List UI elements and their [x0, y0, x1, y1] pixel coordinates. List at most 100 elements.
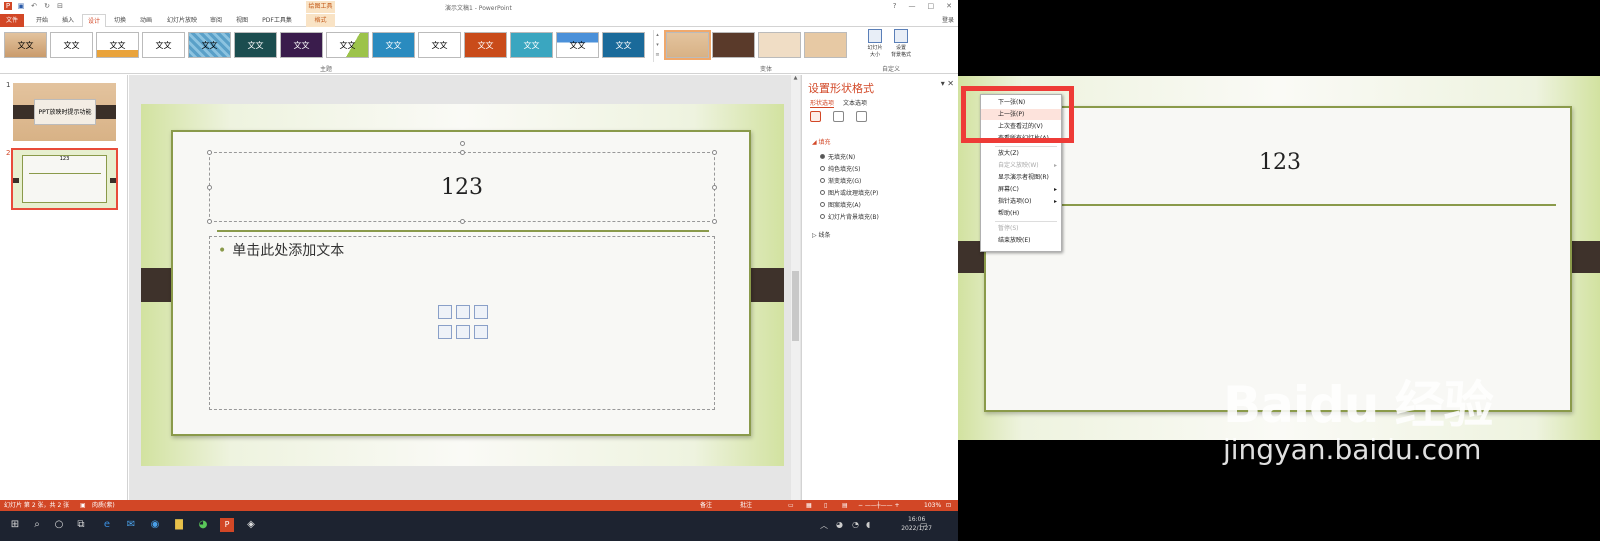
fill-section-header[interactable]: ◢ 填充 — [812, 137, 831, 146]
theme-thumb-9[interactable]: 文文 — [372, 32, 415, 58]
comments-button[interactable]: 批注 — [740, 500, 752, 511]
resize-handle[interactable] — [207, 219, 212, 224]
theme-thumb-2[interactable]: 文文 — [50, 32, 93, 58]
menu-end-show[interactable]: 结束放映(E) — [981, 235, 1061, 246]
tab-slideshow[interactable]: 幻灯片放映 — [162, 14, 202, 27]
tab-shape-options[interactable]: 形状选项 — [810, 98, 835, 108]
edge-browser-icon[interactable]: e — [100, 518, 114, 532]
volume-icon[interactable]: ◖ — [866, 520, 870, 529]
sorter-view-icon[interactable]: ▦ — [806, 500, 812, 511]
slideshow-view-icon[interactable]: ▤ — [842, 500, 848, 511]
scrollbar-thumb[interactable] — [792, 271, 799, 341]
theme-thumb-12[interactable]: 文文 — [510, 32, 553, 58]
fill-option-pattern[interactable]: 图案填充(A) — [820, 200, 861, 209]
format-background-button[interactable]: 设置 背景格式 — [890, 29, 912, 58]
fill-option-background[interactable]: 幻灯片背景填充(B) — [820, 212, 879, 221]
wechat-tray-icon[interactable]: ◕ — [836, 520, 843, 529]
fill-option-none[interactable]: 无填充(N) — [820, 152, 855, 161]
tab-review[interactable]: 审阅 — [204, 14, 228, 27]
theme-thumb-7[interactable]: 文文 — [280, 32, 323, 58]
save-icon[interactable]: ▣ — [17, 2, 25, 10]
mail-app-icon[interactable]: ✉ — [124, 518, 138, 532]
fill-line-icon[interactable] — [810, 111, 821, 122]
menu-presenter-view[interactable]: 显示演示者视图(R) — [981, 172, 1061, 183]
minimize-button[interactable]: — — [909, 2, 916, 10]
size-properties-icon[interactable] — [856, 111, 867, 122]
resize-handle[interactable] — [712, 185, 717, 190]
theme-thumb-10[interactable]: 文文 — [418, 32, 461, 58]
undo-icon[interactable]: ↶ — [30, 2, 38, 10]
wechat-icon[interactable]: ◕ — [196, 518, 210, 532]
theme-thumb-1[interactable]: 文文 — [4, 32, 47, 58]
tab-pdf-tools[interactable]: PDF工具集 — [256, 14, 298, 27]
insert-video-icon[interactable] — [474, 325, 488, 339]
redo-icon[interactable]: ↻ — [43, 2, 51, 10]
task-view-icon[interactable]: ⧉ — [74, 518, 88, 532]
slide-title[interactable]: 123 — [210, 153, 714, 223]
reading-view-icon[interactable]: ▯ — [824, 500, 827, 511]
fit-slide-icon[interactable]: ⊡ — [946, 500, 951, 511]
spellcheck-icon[interactable]: ▣ — [80, 500, 86, 511]
close-pane-icon[interactable]: ▾ ✕ — [941, 79, 954, 88]
theme-thumb-14[interactable]: 文文 — [602, 32, 645, 58]
app-icon[interactable]: ◈ — [244, 518, 258, 532]
tab-insert[interactable]: 插入 — [56, 14, 80, 27]
rotate-handle[interactable] — [460, 141, 465, 146]
theme-thumb-13[interactable]: 文文 — [556, 32, 599, 58]
normal-view-icon[interactable]: ▭ — [788, 500, 794, 511]
tab-transitions[interactable]: 切换 — [108, 14, 132, 27]
resize-handle[interactable] — [712, 150, 717, 155]
editor-scrollbar[interactable]: ▲ — [791, 75, 800, 500]
notification-icon[interactable]: ▭ — [920, 520, 928, 529]
help-button[interactable]: ? — [893, 2, 897, 10]
resize-handle[interactable] — [460, 219, 465, 224]
variant-thumb-2[interactable] — [712, 32, 755, 58]
scroll-up-icon[interactable]: ▲ — [791, 75, 800, 81]
content-bullet[interactable]: • 单击此处添加文本 — [218, 240, 344, 260]
tray-chevron-icon[interactable]: ︿ — [820, 520, 828, 531]
customize-icon[interactable]: ⊟ — [56, 2, 64, 10]
slide-thumbnail-2[interactable]: 123 — [11, 148, 118, 210]
tab-home[interactable]: 开始 — [30, 14, 54, 27]
resize-handle[interactable] — [460, 150, 465, 155]
resize-handle[interactable] — [712, 219, 717, 224]
file-explorer-icon[interactable]: ▇ — [172, 518, 186, 532]
tab-animations[interactable]: 动画 — [134, 14, 158, 27]
content-placeholder[interactable]: • 单击此处添加文本 — [209, 236, 715, 410]
windows-start-icon[interactable]: ⊞ — [8, 518, 22, 532]
menu-help[interactable]: 帮助(H) — [981, 208, 1061, 219]
tab-design[interactable]: 设计 — [82, 14, 106, 27]
variant-thumb-3[interactable] — [758, 32, 801, 58]
zoom-slider[interactable]: − ——┼—— + — [858, 500, 899, 511]
close-button[interactable]: ✕ — [946, 2, 952, 10]
fill-option-gradient[interactable]: 渐变填充(G) — [820, 176, 861, 185]
menu-screen[interactable]: 屏幕(C) ▸ — [981, 184, 1061, 195]
theme-thumb-6[interactable]: 文文 — [234, 32, 277, 58]
maximize-button[interactable]: □ — [928, 2, 935, 10]
tab-file[interactable]: 文件 — [0, 14, 24, 27]
effects-icon[interactable] — [833, 111, 844, 122]
powerpoint-taskbar-icon[interactable]: P — [220, 518, 234, 532]
fill-option-solid[interactable]: 纯色填充(S) — [820, 164, 861, 173]
theme-thumb-11[interactable]: 文文 — [464, 32, 507, 58]
variant-thumb-1[interactable] — [664, 30, 711, 60]
notes-button[interactable]: 备注 — [700, 500, 712, 511]
tab-text-options[interactable]: 文本选项 — [843, 98, 867, 108]
line-section-header[interactable]: ▷ 线条 — [812, 230, 831, 239]
resize-handle[interactable] — [207, 185, 212, 190]
search-icon[interactable]: ⌕ — [30, 518, 44, 532]
title-placeholder[interactable]: 123 — [207, 141, 717, 224]
login-link[interactable]: 登录 — [942, 14, 954, 27]
tab-view[interactable]: 视图 — [230, 14, 254, 27]
resize-handle[interactable] — [207, 150, 212, 155]
fill-option-picture[interactable]: 图片或纹理填充(P) — [820, 188, 878, 197]
theme-thumb-8[interactable]: 文文 — [326, 32, 369, 58]
menu-zoom[interactable]: 放大(Z) — [981, 148, 1061, 159]
insert-table-icon[interactable] — [438, 305, 452, 319]
menu-pointer-options[interactable]: 指针选项(O) ▸ — [981, 196, 1061, 207]
insert-chart-icon[interactable] — [456, 305, 470, 319]
insert-online-picture-icon[interactable] — [456, 325, 470, 339]
cortana-icon[interactable]: ○ — [52, 518, 66, 532]
slide-size-button[interactable]: 幻灯片 大小 — [864, 29, 886, 58]
browser-icon[interactable]: ◉ — [148, 518, 162, 532]
